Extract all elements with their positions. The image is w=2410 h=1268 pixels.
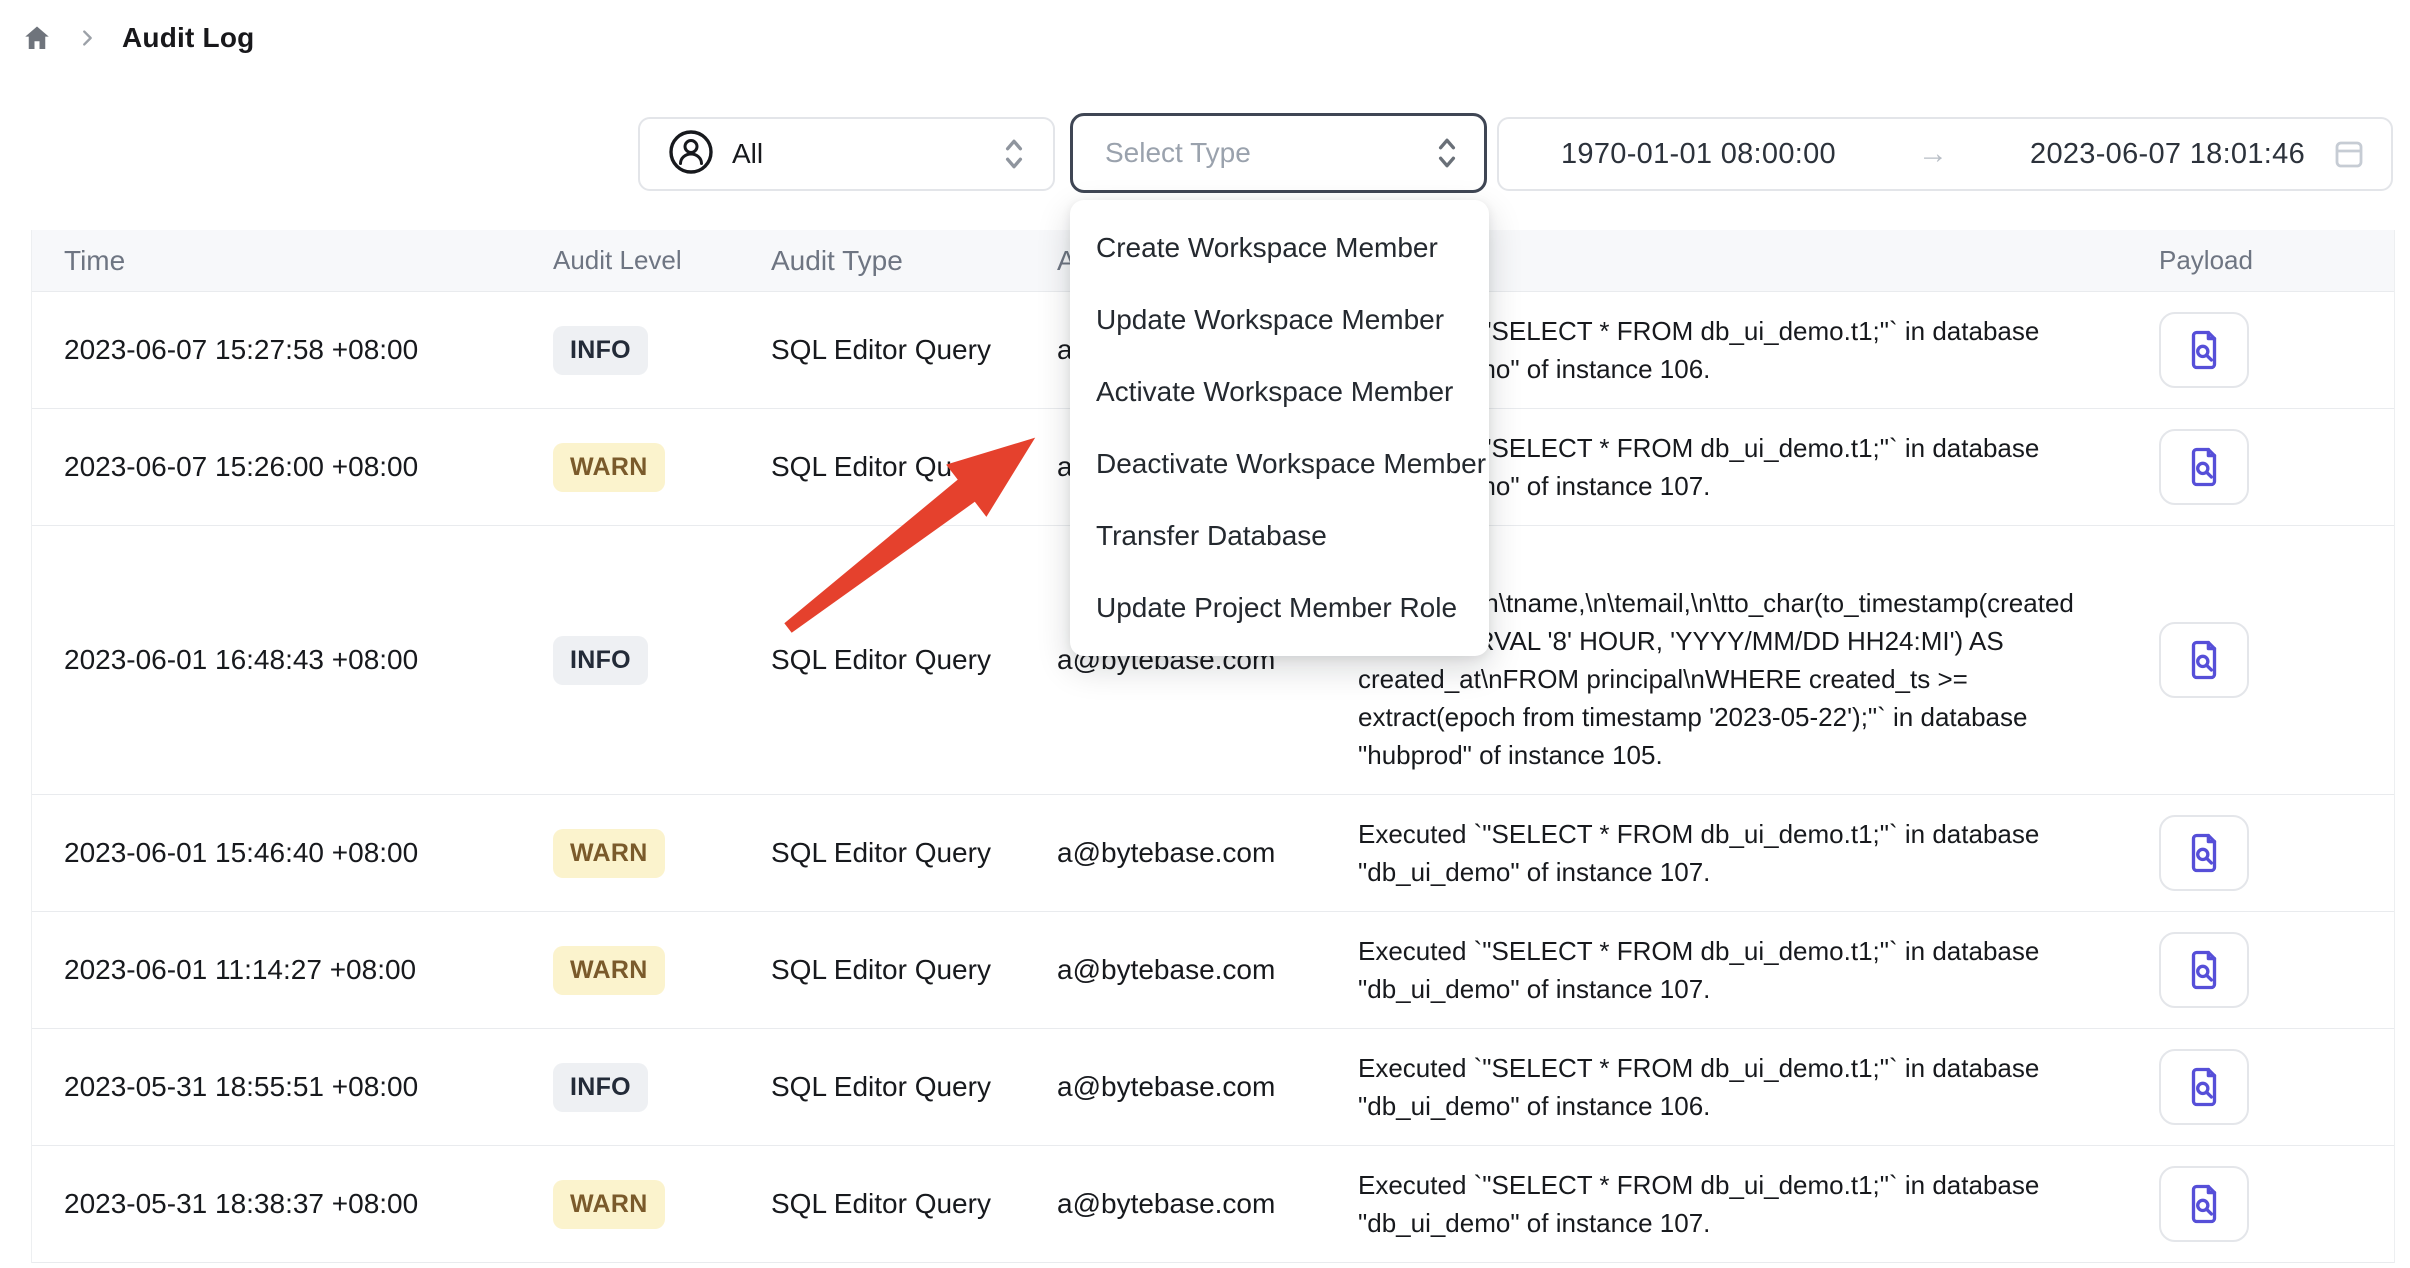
audit-type: SQL Editor Query (771, 837, 1057, 869)
audit-actor: a@bytebase.com (1057, 837, 1358, 869)
view-payload-button[interactable] (2159, 1049, 2249, 1125)
audit-level-cell: WARN (553, 443, 771, 492)
chevron-right-icon (76, 27, 98, 49)
audit-type: SQL Editor Query (771, 451, 1057, 483)
audit-comment: Executed `"SELECT * FROM db_ui_demo.t1;"… (1358, 815, 2111, 891)
audit-time: 2023-06-07 15:27:58 +08:00 (32, 334, 553, 366)
audit-comment: Executed `"SELECT * FROM db_ui_demo.t1;"… (1358, 1049, 2111, 1125)
type-filter-select[interactable]: Select Type (1070, 113, 1487, 193)
view-payload-button[interactable] (2159, 429, 2249, 505)
view-payload-button[interactable] (2159, 622, 2249, 698)
audit-level-cell: INFO (553, 326, 771, 375)
type-option-4[interactable]: Deactivate Workspace Member (1070, 428, 1489, 500)
payload-cell (2111, 932, 2394, 1008)
audit-type: SQL Editor Query (771, 954, 1057, 986)
date-range-end[interactable]: 2023-06-07 18:01:46 (2030, 138, 2305, 171)
col-header-audit-type: Audit Type (771, 245, 1057, 277)
table-row: 2023-05-31 18:55:51 +08:00 INFO SQL Edit… (32, 1029, 2394, 1146)
audit-time: 2023-05-31 18:55:51 +08:00 (32, 1071, 553, 1103)
col-header-audit-level: Audit Level (553, 245, 771, 276)
type-option-5[interactable]: Transfer Database (1070, 500, 1489, 572)
document-search-icon (2183, 1181, 2225, 1227)
payload-cell (2111, 815, 2394, 891)
audit-comment: Executed `"SELECT * FROM db_ui_demo.t1;"… (1358, 932, 2111, 1008)
audit-time: 2023-06-01 11:14:27 +08:00 (32, 954, 553, 986)
date-range-start[interactable]: 1970-01-01 08:00:00 (1561, 138, 1836, 171)
audit-level-cell: WARN (553, 829, 771, 878)
audit-time: 2023-06-07 15:26:00 +08:00 (32, 451, 553, 483)
view-payload-button[interactable] (2159, 932, 2249, 1008)
type-option-6[interactable]: Update Project Member Role (1070, 572, 1489, 644)
payload-cell (2111, 622, 2394, 698)
type-filter-placeholder: Select Type (1105, 137, 1434, 169)
type-option-1[interactable]: Create Workspace Member (1070, 212, 1489, 284)
document-search-icon (2183, 444, 2225, 490)
type-filter-dropdown: Create Workspace MemberUpdate Workspace … (1070, 200, 1489, 656)
audit-type: SQL Editor Query (771, 334, 1057, 366)
audit-level-cell: WARN (553, 1180, 771, 1229)
audit-actor: a@bytebase.com (1057, 1071, 1358, 1103)
document-search-icon (2183, 830, 2225, 876)
audit-level-cell: INFO (553, 1063, 771, 1112)
actor-filter-select[interactable]: All (638, 117, 1055, 191)
payload-cell (2111, 429, 2394, 505)
audit-level-badge: INFO (553, 1063, 648, 1112)
table-row: 2023-06-01 15:46:40 +08:00 WARN SQL Edit… (32, 795, 2394, 912)
audit-comment: Executed `"SELECT * FROM db_ui_demo.t1;"… (1358, 1166, 2111, 1242)
col-header-payload: Payload (2111, 245, 2394, 276)
audit-actor: a@bytebase.com (1057, 954, 1358, 986)
calendar-icon (2333, 137, 2365, 171)
person-circle-icon (668, 129, 714, 180)
home-icon[interactable] (22, 23, 52, 53)
breadcrumb: Audit Log (22, 22, 254, 54)
document-search-icon (2183, 637, 2225, 683)
audit-time: 2023-06-01 16:48:43 +08:00 (32, 644, 553, 676)
view-payload-button[interactable] (2159, 312, 2249, 388)
payload-cell (2111, 312, 2394, 388)
audit-level-badge: INFO (553, 636, 648, 685)
document-search-icon (2183, 947, 2225, 993)
arrow-right-icon: → (1836, 137, 2030, 171)
payload-cell (2111, 1049, 2394, 1125)
view-payload-button[interactable] (2159, 1166, 2249, 1242)
audit-type: SQL Editor Query (771, 1071, 1057, 1103)
actor-filter-value: All (732, 138, 983, 170)
audit-level-badge: WARN (553, 443, 665, 492)
type-option-3[interactable]: Activate Workspace Member (1070, 356, 1489, 428)
audit-type: SQL Editor Query (771, 644, 1057, 676)
audit-level-badge: INFO (553, 326, 648, 375)
audit-time: 2023-05-31 18:38:37 +08:00 (32, 1188, 553, 1220)
page-title: Audit Log (122, 22, 254, 54)
audit-level-badge: WARN (553, 946, 665, 995)
audit-level-badge: WARN (553, 1180, 665, 1229)
table-row: 2023-06-01 11:14:27 +08:00 WARN SQL Edit… (32, 912, 2394, 1029)
date-range-picker[interactable]: 1970-01-01 08:00:00 → 2023-06-07 18:01:4… (1497, 117, 2393, 191)
chevron-up-down-icon (1001, 136, 1027, 172)
type-option-2[interactable]: Update Workspace Member (1070, 284, 1489, 356)
document-search-icon (2183, 327, 2225, 373)
payload-cell (2111, 1166, 2394, 1242)
audit-level-cell: INFO (553, 636, 771, 685)
document-search-icon (2183, 1064, 2225, 1110)
audit-type: SQL Editor Query (771, 1188, 1057, 1220)
audit-level-badge: WARN (553, 829, 665, 878)
table-row: 2023-05-31 18:38:37 +08:00 WARN SQL Edit… (32, 1146, 2394, 1263)
audit-level-cell: WARN (553, 946, 771, 995)
audit-actor: a@bytebase.com (1057, 1188, 1358, 1220)
audit-time: 2023-06-01 15:46:40 +08:00 (32, 837, 553, 869)
col-header-time: Time (32, 245, 553, 277)
chevron-up-down-icon (1434, 135, 1460, 171)
view-payload-button[interactable] (2159, 815, 2249, 891)
